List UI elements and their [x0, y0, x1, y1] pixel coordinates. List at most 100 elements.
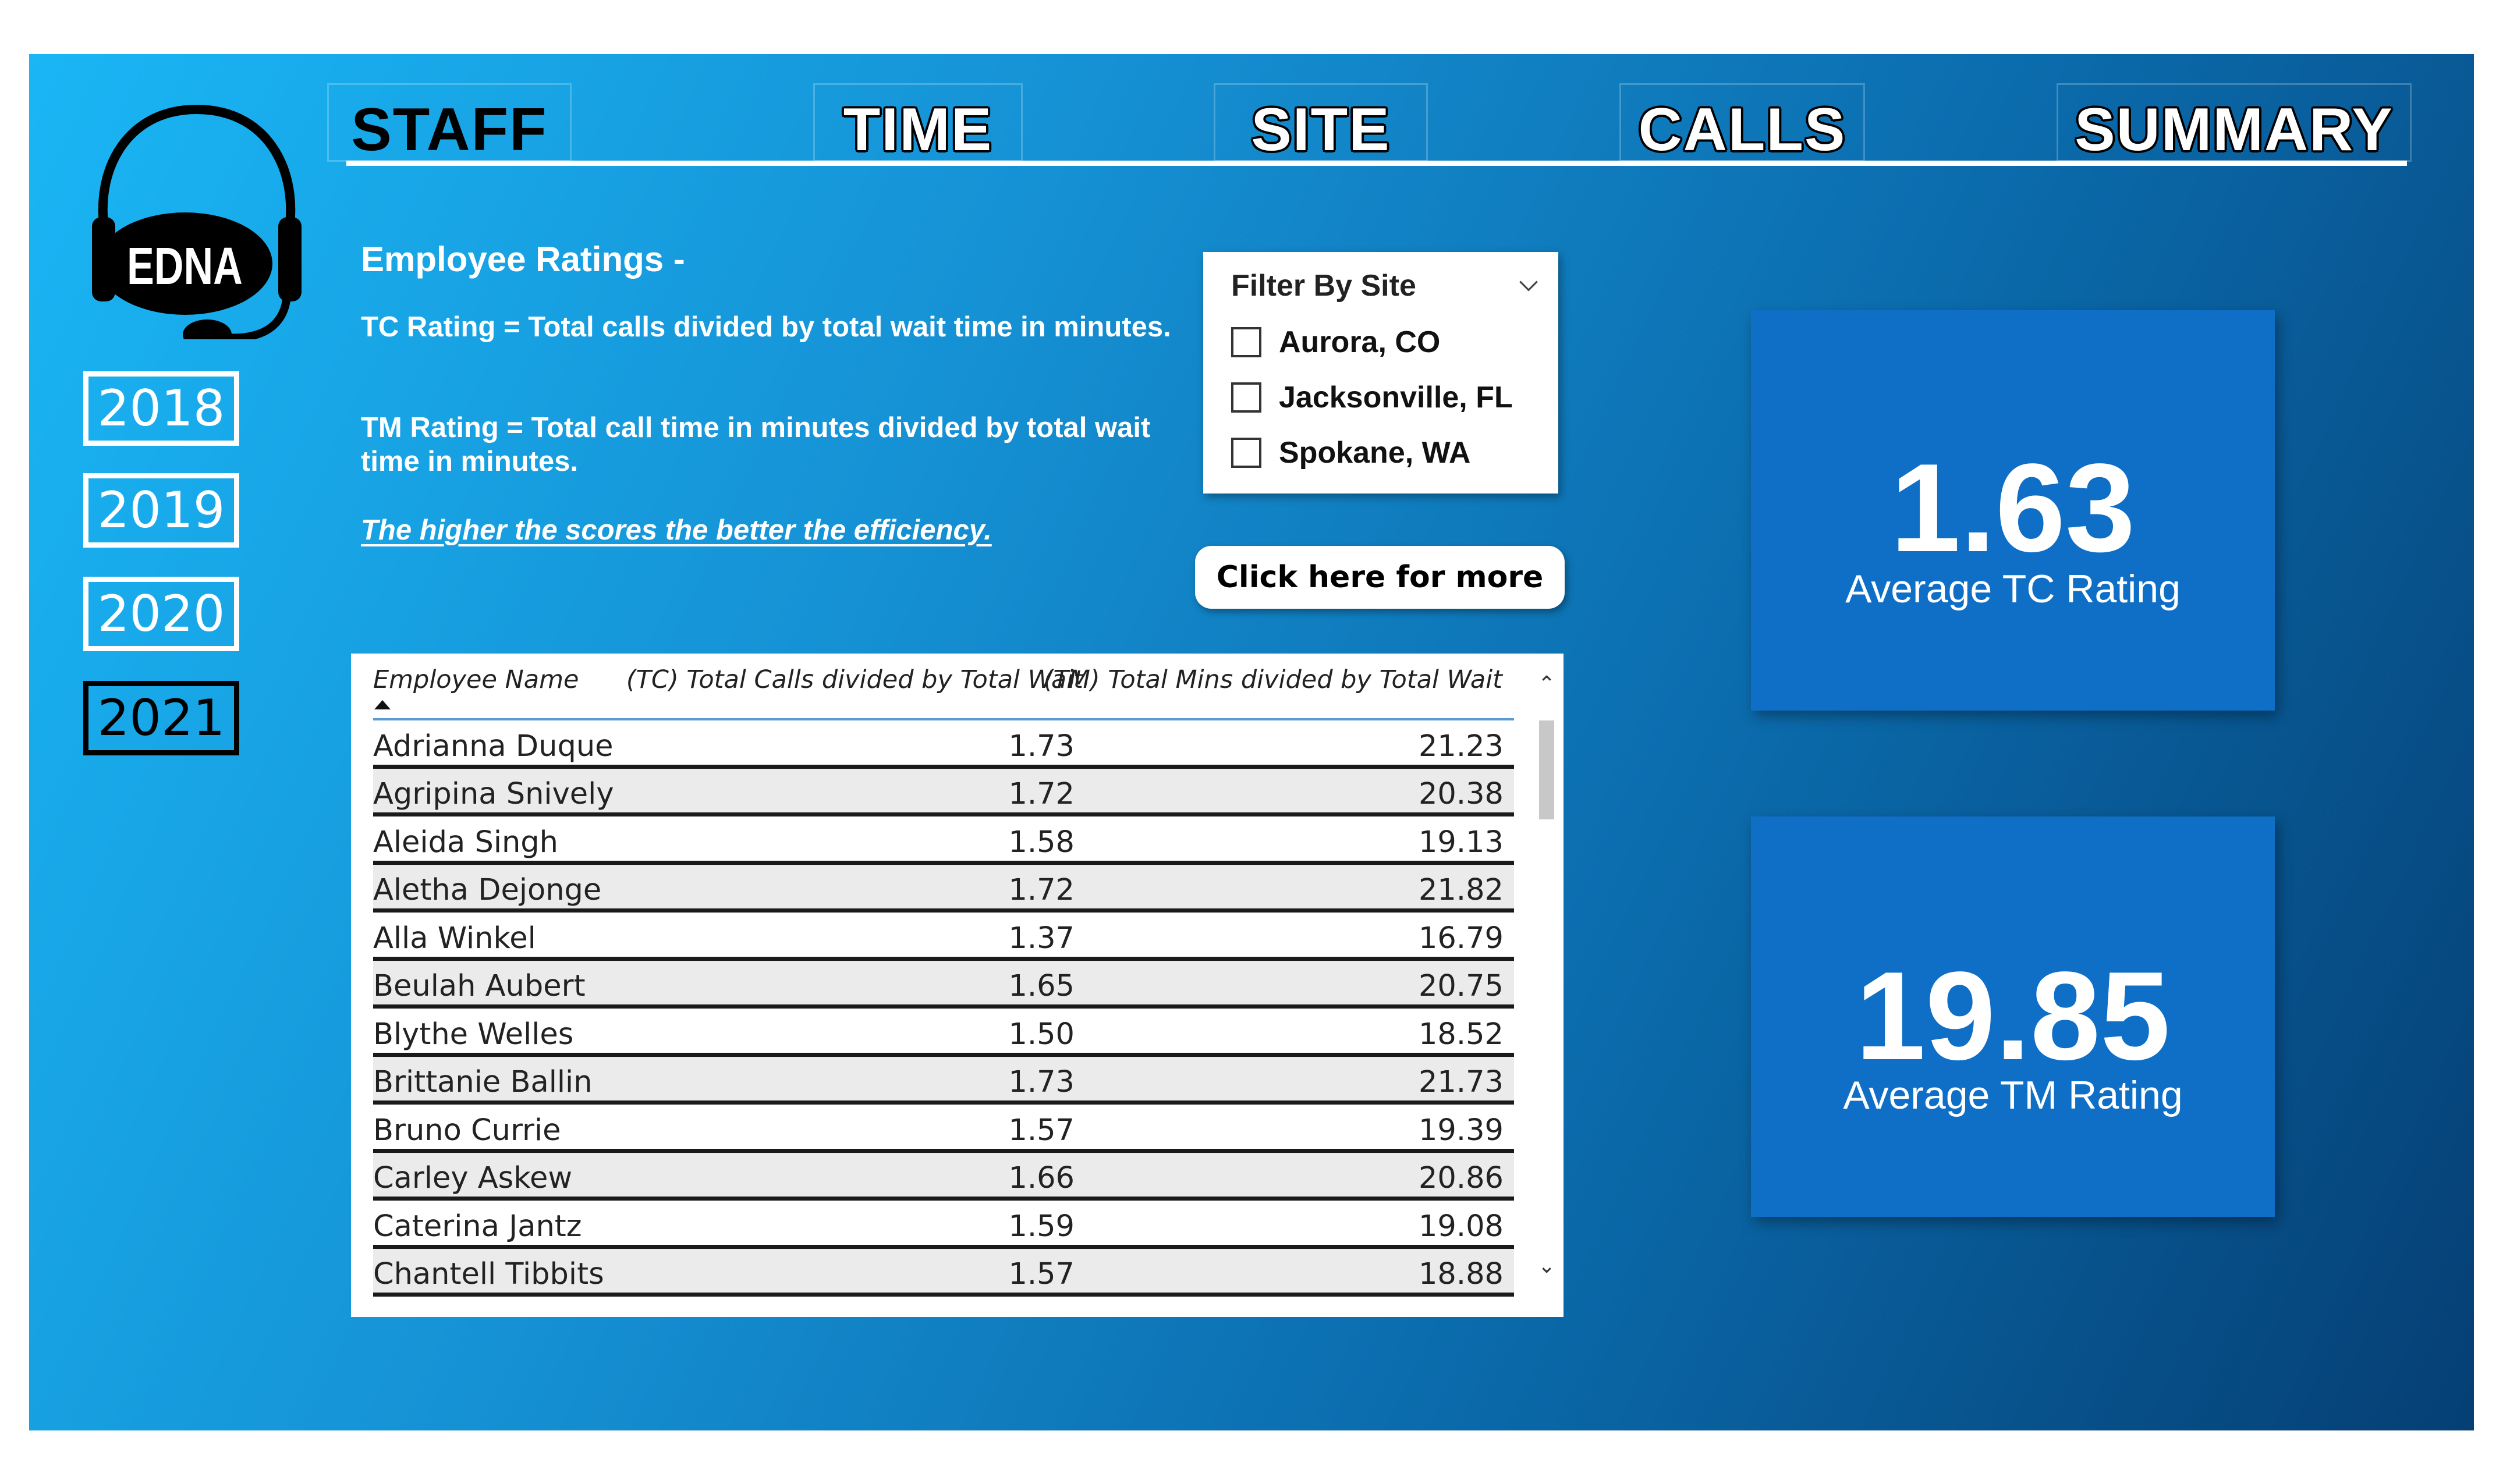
tm-value: 19.39: [1418, 1113, 1504, 1148]
table-row[interactable]: Brittanie Ballin 1.73 21.73: [373, 1056, 1514, 1105]
click-for-more-button[interactable]: Click here for more: [1195, 546, 1565, 609]
table-row[interactable]: Caterina Jantz 1.59 19.08: [373, 1201, 1514, 1249]
table-row[interactable]: Alla Winkel 1.37 16.79: [373, 913, 1514, 961]
employee-name: Chantell Tibbits: [373, 1257, 604, 1291]
filter-option-label: Aurora, CO: [1279, 325, 1441, 359]
filter-option-jacksonville[interactable]: Jacksonville, FL: [1231, 377, 1513, 418]
tab-label: CALLS: [1638, 96, 1846, 164]
kpi-card-tm: 19.85 Average TM Rating: [1751, 816, 2275, 1217]
tm-rating-definition: TM Rating = Total call time in minutes d…: [361, 412, 1151, 477]
tm-value: 18.52: [1418, 1017, 1504, 1052]
tc-value: 1.72: [1008, 873, 1075, 907]
tab-label: SUMMARY: [2075, 96, 2394, 164]
scroll-thumb[interactable]: [1539, 720, 1554, 819]
year-label: 2019: [97, 481, 225, 539]
tc-value: 1.37: [1008, 921, 1075, 956]
tc-value: 1.65: [1008, 969, 1075, 1003]
tc-value: 1.59: [1008, 1209, 1075, 1244]
checkbox[interactable]: [1231, 382, 1261, 413]
filter-header[interactable]: Filter By Site: [1231, 268, 1541, 303]
tc-value: 1.66: [1008, 1161, 1075, 1195]
filter-option-label: Jacksonville, FL: [1279, 381, 1513, 414]
kpi-tm-label: Average TM Rating: [1843, 1073, 2183, 1117]
tc-value: 1.73: [1008, 1065, 1075, 1099]
tc-value: 1.57: [1008, 1257, 1075, 1291]
tab-calls[interactable]: CALLS: [1619, 83, 1865, 162]
tc-value: 1.72: [1008, 777, 1075, 811]
tm-value: 16.79: [1418, 921, 1504, 956]
employee-name: Bruno Currie: [373, 1113, 561, 1148]
employee-name: Brittanie Ballin: [373, 1065, 593, 1099]
employee-ratings-table: Employee Name (TC) Total Calls divided b…: [351, 654, 1564, 1317]
tab-label: STAFF: [351, 96, 548, 164]
scroll-up-icon[interactable]: ⌃: [1538, 674, 1555, 695]
column-header-name[interactable]: Employee Name: [373, 665, 579, 694]
nav-underline: [346, 161, 2407, 166]
year-label: 2021: [97, 689, 225, 747]
year-label: 2018: [97, 379, 225, 438]
edna-logo: EDNA: [80, 92, 313, 350]
table-row[interactable]: Chantell Tibbits 1.57 18.88: [373, 1248, 1514, 1297]
tm-value: 21.23: [1418, 729, 1504, 764]
filter-title: Filter By Site: [1231, 269, 1416, 303]
employee-name: Adrianna Duque: [373, 729, 614, 764]
employee-name: Alla Winkel: [373, 921, 536, 956]
table-row[interactable]: Agripina Snively 1.72 20.38: [373, 768, 1514, 816]
table-row[interactable]: Blythe Welles 1.50 18.52: [373, 1009, 1514, 1057]
checkbox[interactable]: [1231, 327, 1261, 357]
filter-option-aurora[interactable]: Aurora, CO: [1231, 322, 1440, 363]
tab-summary[interactable]: SUMMARY: [2057, 83, 2412, 162]
tab-staff[interactable]: STAFF: [327, 83, 572, 162]
tab-site[interactable]: SITE: [1214, 83, 1428, 162]
employee-name: Blythe Welles: [373, 1017, 574, 1052]
tc-value: 1.73: [1008, 729, 1075, 764]
year-label: 2020: [97, 585, 225, 643]
tab-label: TIME: [843, 96, 993, 164]
sort-ascending-icon[interactable]: [374, 700, 391, 709]
kpi-card-tc: 1.63 Average TC Rating: [1751, 310, 2275, 711]
column-header-tc[interactable]: (TC) Total Calls divided by Total Wait: [626, 665, 1083, 694]
year-button-2020[interactable]: 2020: [83, 577, 239, 651]
table-row[interactable]: Carley Askew 1.66 20.86: [373, 1152, 1514, 1201]
tc-value: 1.50: [1008, 1017, 1075, 1052]
column-header-tm[interactable]: (TM) Total Mins divided by Total Wait: [1044, 665, 1502, 694]
table-header: Employee Name (TC) Total Calls divided b…: [373, 654, 1514, 720]
kpi-tm-value: 19.85: [1855, 945, 2171, 1086]
tm-value: 21.82: [1418, 873, 1504, 907]
tc-value: 1.57: [1008, 1113, 1075, 1148]
report-canvas: EDNA 2018 2019 2020 2021 STAFF TIME SITE…: [29, 54, 2474, 1430]
employee-name: Aleida Singh: [373, 825, 559, 860]
employee-name: Carley Askew: [373, 1161, 573, 1195]
employee-name: Caterina Jantz: [373, 1209, 582, 1244]
year-button-2019[interactable]: 2019: [83, 473, 239, 548]
employee-name: Beulah Aubert: [373, 969, 586, 1003]
table-body: Adrianna Duque 1.73 21.23 Agripina Snively…: [373, 720, 1514, 1297]
chevron-down-icon[interactable]: [1516, 274, 1541, 298]
table-scrollbar[interactable]: ⌃ ⌄: [1536, 674, 1555, 1288]
table-row[interactable]: Adrianna Duque 1.73 21.23: [373, 720, 1514, 769]
tm-value: 20.38: [1418, 777, 1504, 811]
headset-icon: EDNA: [92, 104, 302, 350]
tab-time[interactable]: TIME: [813, 83, 1023, 162]
year-button-2018[interactable]: 2018: [83, 371, 239, 446]
year-button-2021[interactable]: 2021: [83, 681, 239, 755]
table-row[interactable]: Aletha Dejonge 1.72 21.82: [373, 864, 1514, 913]
description-title: Employee Ratings -: [361, 240, 685, 279]
tc-value: 1.58: [1008, 825, 1075, 860]
tm-value: 19.13: [1418, 825, 1504, 860]
table-row[interactable]: Aleida Singh 1.58 19.13: [373, 816, 1514, 865]
tm-value: 18.88: [1418, 1257, 1504, 1291]
employee-name: Aletha Dejonge: [373, 873, 602, 907]
table-row[interactable]: Beulah Aubert 1.65 20.75: [373, 960, 1514, 1009]
tm-value: 19.08: [1418, 1209, 1504, 1244]
tc-rating-definition: TC Rating = Total calls divided by total…: [361, 311, 1171, 343]
checkbox[interactable]: [1231, 438, 1261, 468]
site-filter: Filter By Site Aurora, CO Jacksonville, …: [1203, 252, 1558, 494]
filter-option-label: Spokane, WA: [1279, 436, 1471, 470]
scroll-down-icon[interactable]: ⌄: [1538, 1256, 1555, 1277]
logo-text: EDNA: [127, 237, 243, 296]
filter-option-spokane[interactable]: Spokane, WA: [1231, 432, 1470, 473]
table-row[interactable]: Bruno Currie 1.57 19.39: [373, 1105, 1514, 1153]
tab-label: SITE: [1251, 96, 1391, 164]
tm-value: 21.73: [1418, 1065, 1504, 1099]
